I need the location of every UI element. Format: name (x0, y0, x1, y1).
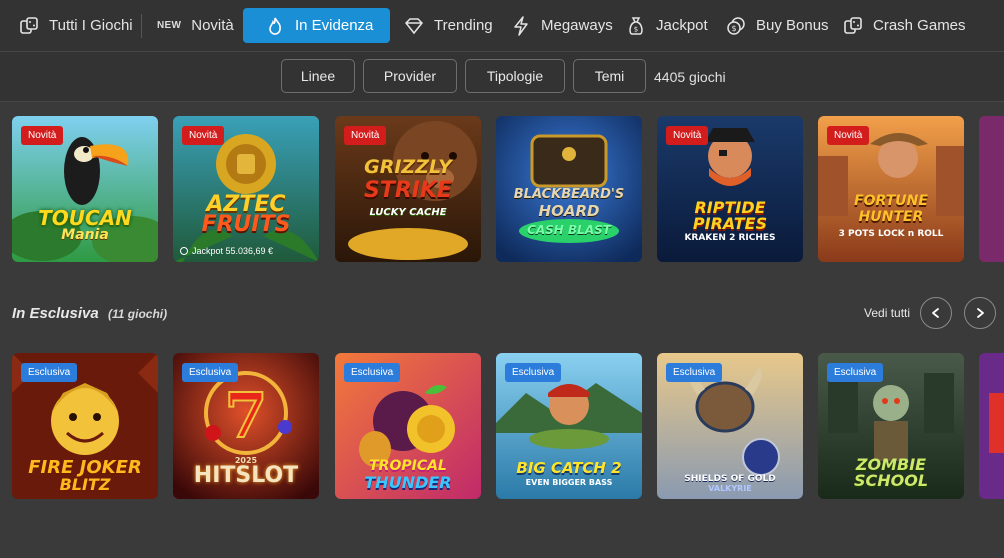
game-artwork (979, 116, 1004, 262)
game-title: HITSLOT (193, 463, 299, 488)
game-title: TROPICAL (369, 458, 447, 474)
exclusive-badge: Esclusiva (182, 363, 239, 382)
filter-linee-button[interactable]: Linee (281, 59, 355, 93)
nav-label: Megaways (541, 17, 613, 34)
game-subtitle: Mania (61, 227, 109, 243)
game-tile-tropical-thunder[interactable]: Esclusiva TROPICAL THUNDER (335, 353, 481, 499)
game-subtitle: BLITZ (59, 475, 111, 494)
game-title: BLACKBEARD'S (513, 187, 625, 202)
filter-tipologie-button[interactable]: Tipologie (465, 59, 565, 93)
chevron-right-icon (977, 308, 984, 318)
game-tag: 3 POTS LOCK n ROLL (838, 229, 944, 239)
game-tag: LUCKY CACHE (369, 207, 447, 218)
exclusive-badge: Esclusiva (666, 363, 723, 382)
game-tile-riptide-pirates[interactable]: Novità RIPTIDE PIRATES KRAKEN 2 RICHES (657, 116, 803, 262)
nav-label: In Evidenza (295, 17, 374, 34)
game-tile-zombie-school[interactable]: Esclusiva ZOMBIE SCHOOL (818, 353, 964, 499)
exclusive-badge: Esclusiva (505, 363, 562, 382)
nav-item-tutti-i-giochi[interactable]: Tutti I Giochi (19, 8, 133, 43)
game-subtitle: EVEN BIGGER BASS (525, 478, 613, 487)
dice-icon (843, 16, 863, 36)
game-subtitle: HOARD (538, 202, 600, 220)
nav-label: Novità (191, 17, 234, 34)
game-title: BIG CATCH 2 (516, 459, 622, 477)
game-subtitle: SCHOOL (853, 471, 929, 490)
nav-item-buy-bonus[interactable]: $ Buy Bonus (726, 8, 829, 43)
new-badge: Novità (666, 126, 709, 145)
nav-item-jackpot[interactable]: $ Jackpot (626, 8, 708, 43)
game-tile-partial[interactable] (979, 353, 1004, 499)
see-all-link[interactable]: Vedi tutti (864, 306, 910, 320)
new-badge: NEW (157, 20, 182, 31)
new-badge: Novità (827, 126, 870, 145)
game-tile-toucan-mania[interactable]: Novità TOUCAN Mania (12, 116, 158, 262)
game-tile-shields-of-gold[interactable]: Esclusiva SHIELDS OF GOLD VALKYRIE (657, 353, 803, 499)
game-subtitle: PIRATES (692, 214, 768, 233)
game-tile-aztec-fruits[interactable]: Novità AZTEC FRUITS Jackpot 55.036,69 € (173, 116, 319, 262)
game-subtitle: VALKYRIE (708, 484, 752, 493)
jackpot-icon (180, 247, 188, 255)
game-tile-partial[interactable] (979, 116, 1004, 262)
top-navigation: Tutti I Giochi NEW Novità In Evidenza Tr… (0, 0, 1004, 52)
nav-label: Trending (434, 17, 493, 34)
nav-item-in-evidenza[interactable]: In Evidenza (243, 8, 390, 43)
nav-label: Tutti I Giochi (49, 17, 133, 34)
game-tile-hitslot-2025[interactable]: 7 Esclusiva 2025 HITSLOT (173, 353, 319, 499)
game-title: SHIELDS OF GOLD (684, 474, 776, 484)
game-tile-grizzly-strike[interactable]: Novità GRIZZLY STRIKE LUCKY CACHE (335, 116, 481, 262)
game-subtitle: HUNTER (858, 209, 924, 225)
svg-text:7: 7 (224, 379, 267, 452)
game-title: TOUCAN (38, 206, 132, 230)
coins-icon: $ (726, 16, 746, 36)
game-tile-fortune-hunter[interactable]: Novità FORTUNE HUNTER 3 POTS LOCK n ROLL (818, 116, 964, 262)
filter-provider-button[interactable]: Provider (363, 59, 457, 93)
nav-label: Buy Bonus (756, 17, 829, 34)
games-count: 4405 giochi (654, 69, 726, 85)
new-badge: Novità (21, 126, 64, 145)
flame-icon (265, 16, 285, 36)
money-bag-icon: $ (626, 16, 646, 36)
filter-bar: Linee Provider Tipologie Temi 4405 gioch… (0, 52, 1004, 102)
exclusive-badge: Esclusiva (344, 363, 401, 382)
exclusive-badge: Esclusiva (21, 363, 78, 382)
section-title: In Esclusiva (12, 305, 99, 322)
nav-label: Jackpot (656, 17, 708, 34)
game-tag: CASH BLAST (527, 223, 611, 237)
svg-text:$: $ (634, 25, 638, 33)
jackpot-amount: Jackpot 55.036,69 € (180, 246, 273, 256)
nav-divider (141, 14, 142, 38)
nav-item-trending[interactable]: Trending (404, 8, 493, 43)
game-tag: KRAKEN 2 RICHES (684, 233, 776, 243)
game-tile-fire-joker-blitz[interactable]: Esclusiva FIRE JOKER BLITZ (12, 353, 158, 499)
filter-temi-button[interactable]: Temi (573, 59, 646, 93)
new-badge: Novità (344, 126, 387, 145)
nav-item-megaways[interactable]: Megaways (511, 8, 613, 43)
new-badge: Novità (182, 126, 225, 145)
game-artwork (979, 353, 1004, 499)
scroll-left-button[interactable] (920, 297, 952, 329)
game-tile-blackbeards-hoard[interactable]: BLACKBEARD'S HOARD CASH BLAST (496, 116, 642, 262)
game-tile-big-catch-2[interactable]: Esclusiva BIG CATCH 2 EVEN BIGGER BASS (496, 353, 642, 499)
nav-item-crash-games[interactable]: Crash Games (843, 8, 966, 43)
game-subtitle: FRUITS (201, 212, 291, 237)
chevron-left-icon (932, 308, 939, 318)
svg-text:$: $ (731, 24, 736, 33)
section-count: (11 giochi) (108, 307, 168, 321)
lightning-icon (511, 15, 531, 36)
dice-icon (19, 16, 39, 36)
game-title: GRIZZLY (364, 156, 452, 178)
exclusive-badge: Esclusiva (827, 363, 884, 382)
game-title: FORTUNE (854, 193, 928, 209)
game-subtitle: STRIKE (363, 178, 453, 203)
nav-label: Crash Games (873, 17, 966, 34)
nav-item-novita[interactable]: NEW Novità (157, 8, 234, 43)
diamond-icon (404, 16, 424, 36)
scroll-right-button[interactable] (964, 297, 996, 329)
game-subtitle: THUNDER (364, 473, 452, 492)
